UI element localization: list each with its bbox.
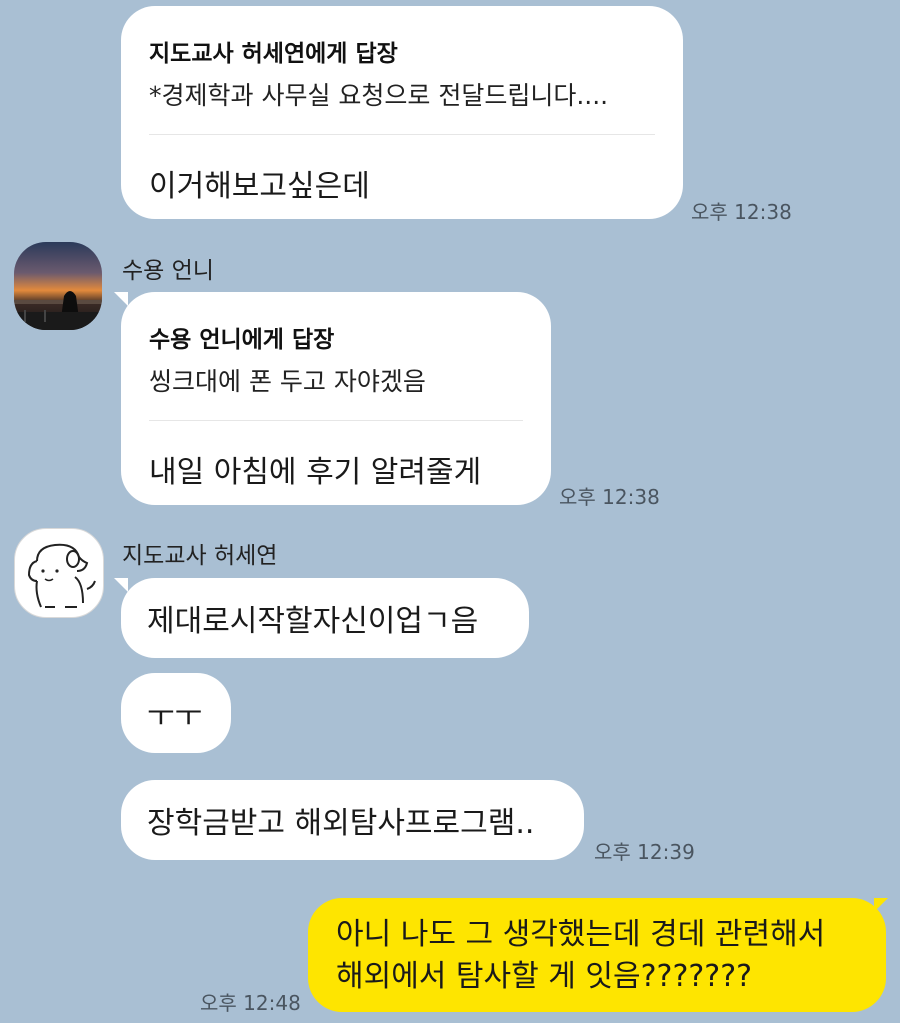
reply-header: 지도교사 허세연에게 답장 — [149, 41, 398, 67]
message-bubble[interactable]: 제대로시작할자신이업ㄱ음 — [121, 578, 529, 658]
message-bubble-reply-1[interactable]: 지도교사 허세연에게 답장 *경제학과 사무실 요청으로 전달드립니다.... … — [121, 6, 683, 219]
message-time: 오후 12:48 — [200, 991, 301, 1015]
sender-name: 지도교사 허세연 — [122, 543, 278, 569]
reply-quote[interactable]: 씽크대에 폰 두고 자야겠음 — [149, 362, 523, 398]
bubble-tail — [874, 898, 888, 912]
message-text: 장학금받고 해외탐사프로그램.. — [147, 806, 535, 841]
message-bubble-reply-2[interactable]: 수용 언니에게 답장 씽크대에 폰 두고 자야겠음 내일 아침에 후기 알려줄게 — [121, 292, 551, 505]
cartoon-dog-avatar-icon[interactable] — [14, 528, 104, 618]
message-text: ㅜㅜ — [147, 699, 203, 734]
bubble-tail — [114, 292, 128, 306]
my-message-bubble[interactable]: 아니 나도 그 생각했는데 경데 관련해서 해외에서 탐사할 게 잇음?????… — [308, 898, 886, 1012]
message-bubble[interactable]: 장학금받고 해외탐사프로그램.. — [121, 780, 584, 860]
message-time: 오후 12:38 — [691, 200, 792, 224]
message-text-line: 아니 나도 그 생각했는데 경데 관련해서 — [336, 917, 826, 952]
sunset-photo-avatar-icon[interactable] — [14, 242, 102, 330]
message-text-line: 해외에서 탐사할 게 잇음??????? — [336, 959, 753, 994]
message-text: 제대로시작할자신이업ㄱ음 — [147, 604, 479, 639]
reply-header: 수용 언니에게 답장 — [149, 327, 335, 353]
message-text: 이거해보고싶은데 — [149, 169, 370, 204]
reply-quote[interactable]: *경제학과 사무실 요청으로 전달드립니다.... — [149, 76, 655, 112]
reply-divider — [149, 420, 523, 421]
reply-divider — [149, 134, 655, 135]
sender-name: 수용 언니 — [122, 258, 214, 284]
bubble-tail — [114, 578, 128, 592]
message-text: 내일 아침에 후기 알려줄게 — [149, 455, 482, 490]
message-time: 오후 12:38 — [559, 485, 660, 509]
message-time: 오후 12:39 — [594, 840, 695, 864]
message-bubble[interactable]: ㅜㅜ — [121, 673, 231, 753]
